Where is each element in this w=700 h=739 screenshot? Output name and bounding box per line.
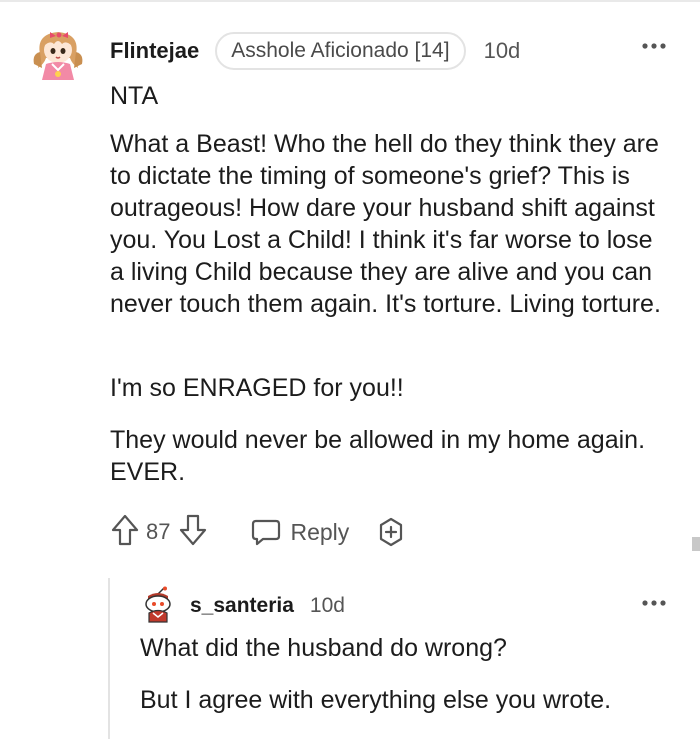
more-options-icon bbox=[642, 600, 666, 606]
reply-paragraph: What did the husband do wrong? bbox=[140, 634, 507, 662]
comment-paragraph: NTA bbox=[110, 82, 159, 110]
award-plus-icon bbox=[380, 517, 403, 547]
snoo-avatar-icon bbox=[145, 586, 171, 623]
vote-count: 87 bbox=[146, 519, 171, 544]
reply-more-options-button[interactable] bbox=[640, 596, 668, 610]
scrollbar-thumb[interactable] bbox=[692, 537, 700, 551]
comment-header: Flintejae Asshole Aficionado [14] 10d bbox=[110, 32, 520, 70]
comment-paragraph: What a Beast! Who the hell do they think… bbox=[110, 130, 661, 318]
comment-actions: 87 Reply bbox=[110, 512, 407, 552]
reply-button[interactable]: Reply bbox=[250, 516, 349, 548]
reply-label: Reply bbox=[290, 518, 350, 545]
username[interactable]: Flintejae bbox=[110, 38, 199, 64]
thread-line[interactable] bbox=[108, 578, 110, 739]
more-options-button[interactable] bbox=[640, 37, 668, 55]
reply-username[interactable]: s_santeria bbox=[190, 594, 294, 618]
comment-paragraph: I'm so ENRAGED for you!! bbox=[110, 374, 404, 402]
more-options-icon bbox=[642, 43, 666, 49]
upvote-button[interactable] bbox=[110, 513, 140, 552]
downvote-button[interactable] bbox=[178, 513, 208, 552]
reply-timestamp: 10d bbox=[309, 594, 345, 617]
downvote-arrow-icon bbox=[180, 514, 207, 545]
user-avatar[interactable] bbox=[30, 24, 86, 82]
anime-girl-avatar-icon bbox=[33, 32, 83, 80]
reply-header: s_santeria 10d bbox=[190, 592, 345, 620]
user-flair: Asshole Aficionado [14] bbox=[215, 32, 466, 70]
speech-bubble-icon bbox=[252, 519, 281, 546]
reply-paragraph: But I agree with everything else you wro… bbox=[140, 686, 612, 714]
timestamp: 10d bbox=[483, 38, 521, 63]
comment-paragraph: They would never be allowed in my home a… bbox=[110, 426, 646, 486]
award-button[interactable] bbox=[375, 516, 407, 548]
upvote-arrow-icon bbox=[111, 514, 139, 545]
reply-user-avatar[interactable] bbox=[140, 586, 176, 624]
top-divider bbox=[0, 0, 700, 2]
